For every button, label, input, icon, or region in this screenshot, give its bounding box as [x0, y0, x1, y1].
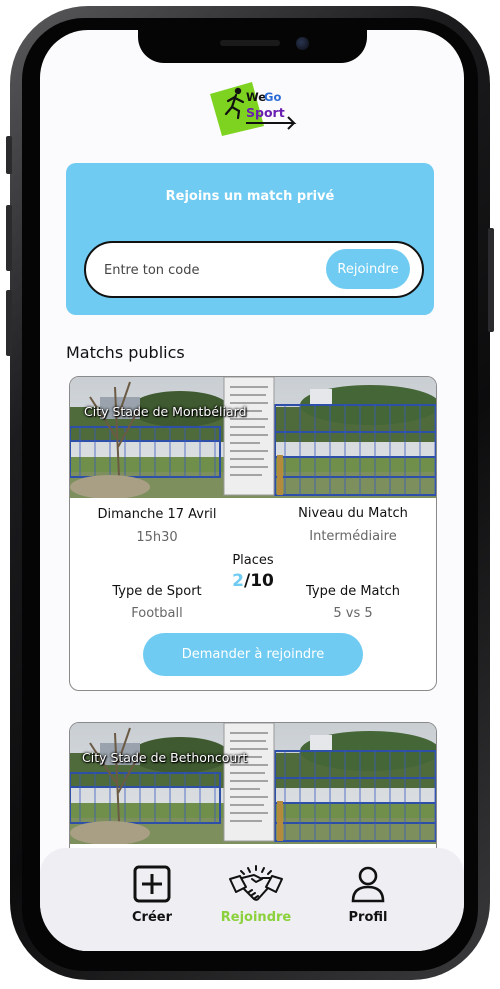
places-count: 2/10: [223, 571, 283, 591]
nav-label-profile: Profil: [348, 910, 388, 925]
match-level: Intermédiaire: [309, 529, 397, 544]
user-icon: [351, 866, 385, 903]
join-private-button[interactable]: Rejoindre: [326, 249, 410, 289]
logo-text-go: Go: [264, 90, 281, 104]
nav-item-profile[interactable]: Profil: [323, 865, 413, 925]
match-location: City Stade de Bethoncourt: [82, 750, 248, 765]
phone-mute-switch: [6, 136, 12, 174]
private-match-card: Rejoins un match privé Rejoindre: [66, 163, 434, 315]
request-join-button[interactable]: Demander à rejoindre: [143, 633, 363, 676]
match-code-input[interactable]: [104, 257, 304, 283]
match-card: City Stade de Montbéliard Dimanche 17 Av…: [69, 376, 437, 691]
private-match-title: Rejoins un match privé: [165, 189, 335, 204]
match-time: 15h30: [136, 530, 178, 545]
places-total: /10: [243, 571, 274, 591]
plus-square-icon: [133, 865, 171, 903]
notch: [138, 30, 367, 63]
front-camera: [296, 37, 309, 50]
match-type-label: Type de Match: [305, 584, 401, 599]
public-matches-heading: Matchs publics: [66, 343, 185, 362]
sport-type-label: Type de Sport: [112, 584, 202, 599]
stadium-photo: [70, 377, 436, 498]
match-sport: Football: [131, 606, 183, 621]
bottom-nav: Créer Rejoindre Profil: [40, 848, 464, 951]
match-location: City Stade de Montbéliard: [84, 404, 247, 419]
level-label: Niveau du Match: [298, 506, 408, 521]
nav-label-create: Créer: [132, 910, 172, 925]
logo-text-sport: Sport: [246, 105, 285, 120]
match-format: 5 vs 5: [333, 606, 373, 621]
nav-label-join: Rejoindre: [220, 910, 292, 925]
nav-item-create[interactable]: Créer: [107, 865, 197, 925]
wegosport-logo: We Go Sport: [210, 82, 297, 136]
phone-power-button: [488, 228, 494, 332]
speaker-grille: [220, 40, 280, 46]
match-date: Dimanche 17 Avril: [97, 507, 217, 522]
code-form: Rejoindre: [84, 241, 424, 298]
handshake-icon: [229, 865, 283, 901]
phone-volume-up-button: [6, 205, 12, 271]
app-screen: We Go Sport Rejoins un match privé Rejoi…: [40, 30, 464, 951]
phone-volume-down-button: [6, 290, 12, 356]
places-taken: 2: [232, 571, 244, 591]
nav-item-join[interactable]: Rejoindre: [211, 865, 301, 925]
stadium-photo: [70, 723, 436, 844]
places-label: Places: [232, 553, 274, 568]
